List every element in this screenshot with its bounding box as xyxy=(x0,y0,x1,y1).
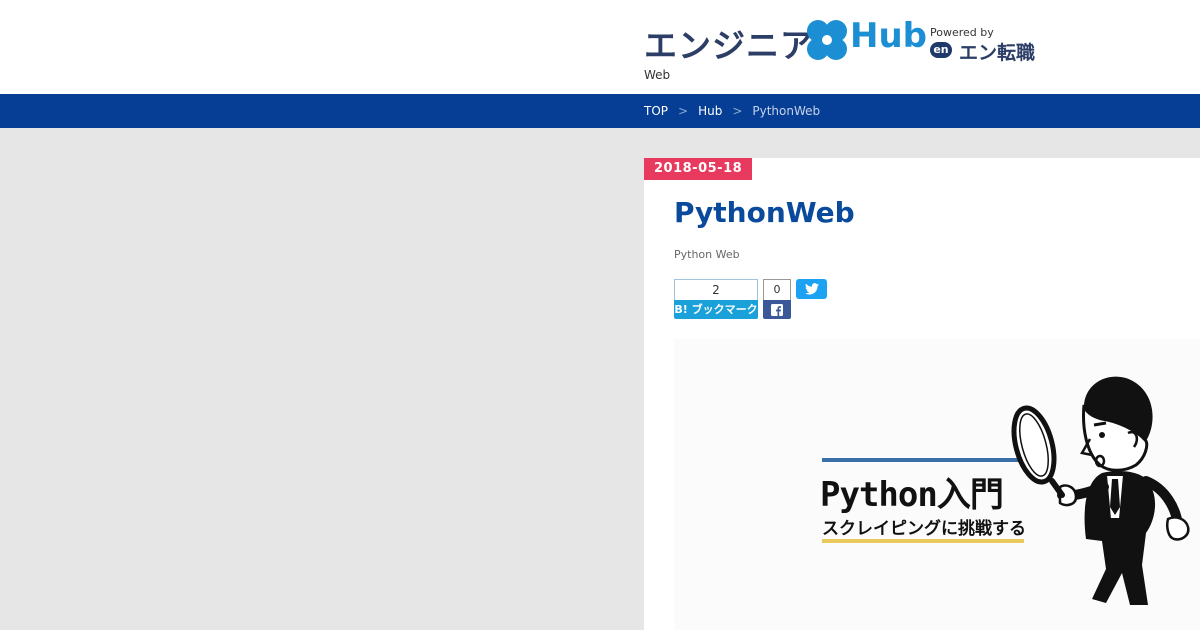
breadcrumb-separator: > xyxy=(678,104,689,118)
hero-subtitle: スクレイピングに挑戦する xyxy=(822,519,1026,539)
breadcrumb-hub[interactable]: Hub xyxy=(698,104,722,118)
site-tagline: Web xyxy=(644,68,671,82)
hero-bottom-rule xyxy=(822,539,1024,543)
logo-hub-text: Hub xyxy=(850,16,927,56)
article-title: PythonWeb xyxy=(674,196,855,229)
date-badge: 2018-05-18 xyxy=(644,158,753,180)
en-logo-badge: en xyxy=(930,42,952,58)
breadcrumb-top[interactable]: TOP xyxy=(644,104,668,118)
breadcrumb-current: PythonWeb xyxy=(752,104,821,118)
article-tags: Python Web xyxy=(674,248,740,261)
hatena-bookmark[interactable]: 2 B! ブックマーク xyxy=(674,279,758,319)
hero-image: Python入門 スクレイピングに挑戦する xyxy=(674,339,1200,630)
hatena-bookmark-button[interactable]: B! ブックマーク xyxy=(674,300,758,319)
facebook-count: 0 xyxy=(763,279,791,300)
facebook-icon xyxy=(771,303,783,316)
breadcrumb-bar: TOP > Hub > PythonWeb xyxy=(0,94,1200,128)
magnifying-glass-man-illustration xyxy=(1011,376,1190,605)
facebook-share-button[interactable] xyxy=(763,300,791,319)
site-logo[interactable]: エンジニア Hub Powered by en エン転職 xyxy=(644,16,1044,65)
clover-logo-icon xyxy=(807,20,847,60)
site-header: エンジニア Hub Powered by en エン転職 Web xyxy=(0,0,1200,94)
hero-top-rule xyxy=(822,458,1024,462)
en-tenshoku-label: エン転職 xyxy=(959,42,1036,64)
hatena-count: 2 xyxy=(674,279,758,300)
breadcrumb: TOP > Hub > PythonWeb xyxy=(644,94,820,128)
article-card: 2018-05-18 PythonWeb Python Web 2 B! ブック… xyxy=(644,158,1200,630)
breadcrumb-separator: > xyxy=(732,104,743,118)
hero-title: Python入門 xyxy=(820,475,1004,515)
facebook-share[interactable]: 0 xyxy=(763,279,791,319)
twitter-share-button[interactable] xyxy=(796,279,827,299)
logo-text: エンジニア xyxy=(644,26,814,65)
twitter-icon xyxy=(804,283,819,295)
